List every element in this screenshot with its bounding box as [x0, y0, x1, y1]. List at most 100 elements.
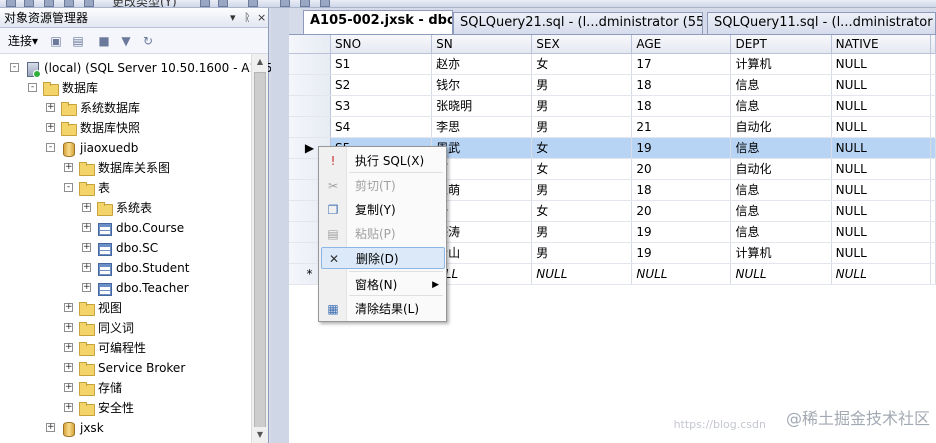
table-cell[interactable]: NULL	[831, 116, 932, 138]
tree-node[interactable]: + Service Broker	[0, 358, 252, 378]
table-cell[interactable]: NULL	[730, 263, 832, 285]
expand-icon[interactable]: +	[64, 343, 73, 352]
tab-sqlquery21[interactable]: SQLQuery21.sql - (l...dministrator (55))…	[453, 12, 703, 34]
table-cell[interactable]: NULL	[831, 263, 932, 285]
table-cell[interactable]: 自动化	[730, 158, 832, 180]
table-cell[interactable]: NULL	[631, 263, 732, 285]
collapse-icon[interactable]: -	[46, 143, 55, 152]
menu-item-clear-results[interactable]: ▦ 清除结果(L)	[321, 298, 445, 320]
connect-button[interactable]: 连接▾	[8, 33, 38, 49]
table-cell[interactable]: 18	[631, 95, 732, 117]
table-cell[interactable]: 男	[531, 221, 633, 243]
grid-corner[interactable]	[289, 35, 332, 54]
table-cell[interactable]: S4	[330, 116, 433, 138]
tab-sqlquery11[interactable]: SQLQuery11.sql - (l...dministrator (58))…	[707, 12, 936, 34]
tree-node[interactable]: + dbo.SC	[0, 238, 252, 258]
tree-node[interactable]: - (local) (SQL Server 10.50.1600 - A105-0…	[0, 58, 300, 78]
panel-dropdown-icon[interactable]: ▾	[230, 8, 236, 28]
table-cell[interactable]: 17	[631, 53, 732, 75]
scrollbar-thumb[interactable]	[254, 72, 266, 432]
collapse-icon[interactable]: -	[64, 183, 73, 192]
menu-item-copy[interactable]: ❐ 复制(Y)	[321, 199, 445, 221]
disconnect-icon[interactable]: ▤	[70, 33, 86, 49]
collapse-icon[interactable]: -	[28, 83, 37, 92]
tab-table-editor[interactable]: A105-002.jxsk - dbo.S	[303, 10, 453, 34]
column-header[interactable]: DEPT	[730, 35, 832, 54]
table-cell[interactable]: NULL	[831, 158, 932, 180]
tree-node[interactable]: + dbo.Teacher	[0, 278, 252, 298]
table-cell[interactable]: 男	[531, 242, 633, 264]
tree-node[interactable]: + 系统数据库	[0, 98, 252, 118]
object-explorer-scrollbar[interactable]: ▲ ▼	[251, 54, 268, 443]
menu-item-paste[interactable]: ▤ 粘贴(P)	[321, 223, 445, 245]
expand-icon[interactable]: +	[64, 363, 73, 372]
toolbar-button[interactable]	[248, 0, 258, 7]
table-cell[interactable]: NULL	[831, 179, 932, 201]
expand-icon[interactable]: +	[64, 323, 73, 332]
tree-node[interactable]: + 数据库关系图	[0, 158, 252, 178]
expand-icon[interactable]: +	[64, 163, 73, 172]
table-cell[interactable]: 19	[631, 221, 732, 243]
column-header[interactable]: SNO	[330, 35, 433, 54]
expand-icon[interactable]: +	[64, 403, 73, 412]
expand-icon[interactable]: +	[64, 303, 73, 312]
expand-icon[interactable]: +	[82, 243, 91, 252]
table-cell[interactable]: 张晓明	[431, 95, 533, 117]
row-header[interactable]	[289, 95, 332, 117]
column-header[interactable]: SN	[431, 35, 533, 54]
tree-node[interactable]: + 同义词	[0, 318, 252, 338]
table-cell[interactable]: NULL	[831, 242, 932, 264]
table-cell[interactable]: 男	[531, 95, 633, 117]
table-cell[interactable]: 19	[631, 137, 732, 159]
toolbar-button[interactable]	[84, 0, 94, 7]
table-cell[interactable]: 信息	[730, 74, 832, 96]
expand-icon[interactable]: +	[82, 263, 91, 272]
table-row[interactable]: S3 张晓明男 18 信息 NULL	[289, 95, 936, 117]
table-cell[interactable]: 信息	[730, 137, 832, 159]
table-cell[interactable]: 女	[531, 158, 633, 180]
table-cell[interactable]: NULL	[831, 200, 932, 222]
expand-icon[interactable]: +	[46, 103, 55, 112]
connect-server-icon[interactable]: ▣	[48, 33, 64, 49]
table-cell[interactable]: 计算机	[730, 242, 832, 264]
column-header[interactable]: AGE	[631, 35, 732, 54]
table-cell[interactable]: 男	[531, 179, 633, 201]
toolbar-button[interactable]	[320, 0, 330, 7]
table-cell[interactable]: NULL	[831, 137, 932, 159]
table-cell[interactable]: NULL	[831, 74, 932, 96]
table-cell[interactable]: 钱尔	[431, 74, 533, 96]
table-cell[interactable]: NULL	[831, 95, 932, 117]
expand-icon[interactable]: +	[46, 123, 55, 132]
table-cell[interactable]: S2	[330, 74, 433, 96]
table-cell[interactable]: 21	[631, 116, 732, 138]
toolbar-button[interactable]	[44, 0, 54, 7]
tree-node[interactable]: + 数据库快照	[0, 118, 252, 138]
tree-node[interactable]: + dbo.Course	[0, 218, 252, 238]
scroll-down-icon[interactable]: ▼	[252, 427, 268, 443]
table-cell[interactable]: 18	[631, 74, 732, 96]
toolbar-button[interactable]	[64, 0, 74, 7]
table-cell[interactable]: NULL	[531, 263, 633, 285]
table-cell[interactable]: 20	[631, 200, 732, 222]
table-cell[interactable]: 女	[531, 200, 633, 222]
tree-node[interactable]: + jxsk	[0, 418, 252, 438]
scroll-up-icon[interactable]: ▲	[252, 54, 268, 70]
table-row[interactable]: S4 李思男 21 自动化 NULL	[289, 116, 936, 138]
toolbar-button[interactable]	[300, 0, 310, 7]
table-row[interactable]: S2 钱尔男 18 信息 NULL	[289, 74, 936, 96]
tree-node[interactable]: + dbo.Student	[0, 258, 252, 278]
table-cell[interactable]: 男	[531, 116, 633, 138]
table-cell[interactable]: 信息	[730, 95, 832, 117]
table-cell[interactable]: 自动化	[730, 116, 832, 138]
table-cell[interactable]: NULL	[831, 53, 932, 75]
tree-node[interactable]: + 安全性	[0, 398, 252, 418]
table-cell[interactable]: 计算机	[730, 53, 832, 75]
table-cell[interactable]: 信息	[730, 221, 832, 243]
stop-icon[interactable]: ■	[96, 33, 112, 49]
toolbar-button[interactable]	[280, 0, 290, 7]
table-cell[interactable]: S1	[330, 53, 433, 75]
tree-node[interactable]: - jiaoxuedb	[0, 138, 252, 158]
row-header[interactable]	[289, 53, 332, 75]
table-cell[interactable]: NULL	[831, 221, 932, 243]
menu-item-pane[interactable]: 窗格(N) ▶	[321, 274, 445, 296]
